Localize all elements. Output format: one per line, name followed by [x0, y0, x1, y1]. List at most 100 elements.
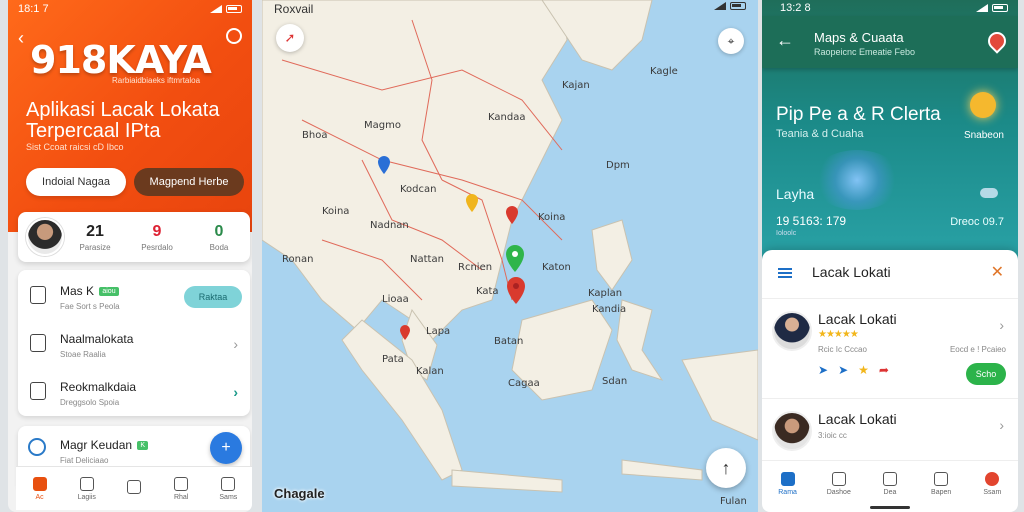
globe-icon — [28, 438, 46, 456]
battery-icon — [992, 4, 1008, 12]
avatar[interactable] — [26, 218, 64, 256]
location-pin-icon[interactable] — [984, 28, 1010, 54]
track-button[interactable]: Scho — [966, 363, 1006, 385]
list-item-title: Naalmalokata — [60, 332, 134, 346]
chevron-right-icon: › — [233, 384, 238, 400]
book-icon — [126, 480, 141, 494]
nav-label: Rhal — [173, 493, 189, 501]
weather-label: Snabeon — [963, 130, 1004, 141]
stat-label: Boda — [209, 242, 229, 252]
map-label: Lapa — [426, 326, 451, 337]
nav-home[interactable]: Rama — [768, 471, 808, 496]
share-icon[interactable]: ➦ — [879, 363, 889, 377]
nav-help[interactable]: Bapen — [921, 471, 961, 496]
sheet-title: Lacak Lokati — [812, 264, 891, 280]
contact-status: Eocd e ! Pcaieo — [949, 345, 1006, 354]
map-pin-green — [506, 245, 524, 272]
status-bar: 13:2 8 — [762, 0, 1018, 16]
compass-icon[interactable]: ➚ — [276, 24, 304, 52]
nav-label: Sams — [219, 493, 238, 501]
list-item[interactable]: Lacak Lokati ★★★★★ Rcic Ic Cccao Eocd e … — [762, 298, 1018, 396]
island-timor — [621, 459, 703, 481]
list-item-tag: aiou — [99, 287, 119, 297]
nav-label: Rama — [778, 488, 797, 496]
island-sumatra — [341, 319, 463, 481]
info-card-tag: K — [137, 441, 149, 451]
nav-label: Bapen — [931, 488, 952, 496]
nav-search[interactable]: Rhal — [161, 476, 201, 501]
nav-book[interactable] — [114, 480, 154, 497]
close-icon[interactable]: ✕ — [991, 262, 1004, 282]
map-label: Kandaa — [488, 112, 526, 123]
layer-label[interactable]: Layha — [776, 186, 814, 202]
stat-item[interactable]: 21 Parasize — [64, 223, 126, 252]
status-icons — [210, 5, 242, 13]
coordinates-value: 19 5163: 179 — [776, 214, 847, 228]
list-item[interactable]: Lacak Lokati 3:ioic cc › — [762, 398, 1018, 462]
nav-share[interactable]: Dea — [870, 471, 910, 496]
list-item[interactable]: Mas K aiou Fae Sort s Peola Raktaa — [18, 274, 250, 320]
rating-stars: ★★★★★ — [818, 329, 859, 340]
stat-item[interactable]: 9 Pesrdalo — [126, 223, 188, 252]
app-bar: ← Maps & Cuaata Raopeicnc Emeatie Febo — [762, 16, 1018, 68]
left-phone: 18:1 7 ‹ 918KAYA Rarbiaidbiaeks iftmrtal… — [8, 0, 252, 512]
hero-title: Aplikasi Lacak Lokata Terpercaal IPta — [26, 99, 220, 142]
map-label: Kagle — [650, 66, 678, 77]
avatar — [772, 411, 812, 451]
back-arrow-icon[interactable]: ‹ — [18, 28, 24, 49]
add-fab-button[interactable]: + — [210, 432, 242, 464]
bell-icon — [79, 476, 94, 491]
home-icon — [30, 286, 46, 304]
list-item[interactable]: Naalmalokata Stoae Raalia › — [18, 322, 250, 368]
info-card-title-text: Magr Keudan — [60, 438, 133, 452]
island-philippines — [591, 219, 633, 291]
home-icon — [780, 471, 795, 486]
status-bar: 18:1 7 — [8, 0, 252, 18]
nav-alerts[interactable]: Lagiis — [67, 476, 107, 501]
map-label: Kodcan — [400, 184, 437, 195]
list-item[interactable]: Reokmalkdaia Dreggsolo Spoia › — [18, 370, 250, 416]
chevron-right-icon: › — [999, 417, 1004, 433]
hero-subtitle: Teania & d Cuaha — [776, 128, 864, 140]
location-icon[interactable] — [226, 28, 242, 44]
map-label: Lioaa — [382, 294, 409, 305]
hero-title: Pip Pe a & R Clerta — [776, 104, 941, 125]
stat-item[interactable]: 0 Boda — [188, 223, 250, 252]
primary-button[interactable]: Indoial Nagaa — [26, 168, 126, 196]
menu-icon[interactable] — [778, 268, 792, 278]
nav-sos[interactable]: Ssam — [972, 471, 1012, 496]
nav-dashboard[interactable]: Dashoe — [819, 471, 859, 496]
stat-value: 21 — [86, 222, 104, 240]
info-card-subtitle: Fiat Deliciaao — [60, 456, 109, 465]
map-label: Cagaa — [508, 378, 540, 389]
bottom-nav: Ac Lagiis Rhal Sams — [16, 466, 252, 510]
signal-icon — [210, 5, 222, 13]
send-icon — [882, 471, 897, 486]
navigation-icon[interactable]: ➤ — [818, 363, 828, 377]
signal-icon — [976, 4, 988, 12]
nav-label: Dea — [883, 488, 897, 496]
stat-label: Pesrdalo — [141, 242, 173, 252]
navigation-icon[interactable]: ➤ — [838, 363, 848, 377]
track-pill-button[interactable]: Raktaa — [184, 286, 242, 308]
list-item-subtitle: Stoae Raalia — [60, 350, 106, 359]
map-label: Dpm — [606, 160, 630, 171]
secondary-button[interactable]: Magpend Herbe — [134, 168, 244, 196]
star-icon[interactable]: ★ — [858, 363, 869, 377]
map-view[interactable]: Roxvail ➚ ⌖ Kajan Kagle Bhoa Magmo Kanda… — [262, 0, 758, 512]
contact-name: Lacak Lokati — [818, 311, 897, 327]
my-location-button[interactable]: ⌖ — [718, 28, 744, 54]
contact-subtitle: 3:ioic cc — [818, 431, 847, 440]
nav-home[interactable]: Ac — [20, 476, 60, 501]
list-item-title-text: Mas K — [60, 284, 95, 298]
map-label: Kata — [476, 286, 499, 297]
map-label: Pata — [382, 354, 404, 365]
map-direction-button[interactable]: ↑ — [706, 448, 746, 488]
nav-messages[interactable]: Sams — [208, 476, 248, 501]
map-label: Nattan — [410, 254, 444, 265]
document-icon — [30, 382, 46, 400]
stat-label: Parasize — [79, 242, 111, 252]
stat-value: 0 — [214, 222, 224, 240]
back-arrow-icon[interactable]: ← — [776, 30, 794, 51]
map-label: Ronan — [282, 254, 314, 265]
